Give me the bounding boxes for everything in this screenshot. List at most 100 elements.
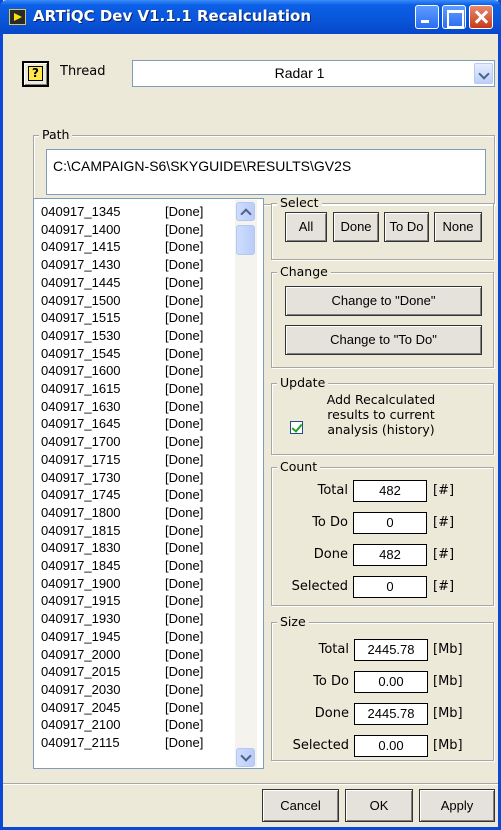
list-item-id: 040917_1515 xyxy=(41,310,121,326)
select-none-button[interactable]: None xyxy=(434,212,482,242)
count-3-value: 0 xyxy=(353,576,427,598)
list-item-status: [Done] xyxy=(165,327,204,343)
list-item-status: [Done] xyxy=(165,735,204,750)
list-item-id: 040917_1600 xyxy=(41,363,121,379)
path-field[interactable]: C:\CAMPAIGN-S6\SKYGUIDE\RESULTS\GV2S xyxy=(46,149,486,195)
list-item-status: [Done] xyxy=(165,363,204,379)
size-2-value: 2445.78 xyxy=(354,703,428,725)
list-item-id: 040917_2030 xyxy=(41,681,121,697)
list-item-status: [Done] xyxy=(165,239,204,255)
minimize-button[interactable] xyxy=(415,5,439,29)
count-3-label: Selected xyxy=(291,579,348,594)
size-1-value: 0.00 xyxy=(354,671,428,693)
list-item-status: [Done] xyxy=(165,699,204,715)
count-3-unit: [#] xyxy=(433,579,455,594)
size-3-value: 0.00 xyxy=(354,735,428,757)
list-item-status: [Done] xyxy=(165,522,204,538)
list-item-status: [Done] xyxy=(165,381,204,396)
list-item-id: 040917_2115 xyxy=(41,735,120,750)
count-1-label: To Do xyxy=(312,515,348,530)
update-group-label: Update xyxy=(277,375,329,390)
thread-select[interactable]: Radar 1 xyxy=(132,60,495,87)
size-0-unit: [Mb] xyxy=(433,642,463,657)
list-item-id: 040917_1615 xyxy=(41,381,121,396)
list-item-status: [Done] xyxy=(165,310,204,326)
select-todo-button[interactable]: To Do xyxy=(384,212,429,242)
select-done-button[interactable]: Done xyxy=(333,212,379,242)
size-0-value: 2445.78 xyxy=(354,639,428,661)
thread-select-value: Radar 1 xyxy=(274,65,325,81)
list-item-id: 040917_1930 xyxy=(41,611,121,627)
list-item-id: 040917_1645 xyxy=(41,416,121,432)
help-button[interactable]: ? xyxy=(22,61,49,87)
list-item-status: [Done] xyxy=(165,434,204,450)
size-1-label: To Do xyxy=(313,674,349,689)
list-item-status: [Done] xyxy=(165,664,204,680)
change-group-label: Change xyxy=(277,264,331,279)
footer-divider xyxy=(3,783,498,784)
cancel-button[interactable]: Cancel xyxy=(262,789,339,822)
chevron-down-icon[interactable] xyxy=(474,63,493,84)
list-item-status: [Done] xyxy=(165,558,204,573)
list-scrollbar[interactable] xyxy=(235,200,257,767)
path-group-label: Path xyxy=(39,127,73,142)
list-item-status: [Done] xyxy=(165,646,204,662)
list-item-id: 040917_1830 xyxy=(41,540,121,556)
scroll-up-icon[interactable] xyxy=(236,202,255,221)
list-item-id: 040917_1530 xyxy=(41,327,121,343)
maximize-button[interactable] xyxy=(442,5,466,29)
list-item-status: [Done] xyxy=(165,628,204,644)
list-item-id: 040917_1630 xyxy=(41,398,121,414)
list-item-id: 040917_1500 xyxy=(41,292,121,308)
list-item-status: [Done] xyxy=(165,717,204,733)
list-item-id: 040917_1430 xyxy=(41,257,121,273)
list-item-id: 040917_1945 xyxy=(41,628,121,644)
list-item-status: [Done] xyxy=(165,575,204,591)
count-0-value: 482 xyxy=(353,480,427,502)
list-item-id: 040917_1345 xyxy=(41,204,121,219)
select-group-label: Select xyxy=(277,195,322,210)
select-all-button[interactable]: All xyxy=(285,212,327,242)
apply-button[interactable]: Apply xyxy=(419,789,495,822)
count-2-unit: [#] xyxy=(433,547,455,562)
list-item-status: [Done] xyxy=(165,611,204,627)
app-icon xyxy=(9,9,26,25)
recording-list[interactable]: 040917_1345 [Done] 040917_1400 [Done] 040917… xyxy=(33,198,264,769)
size-group-label: Size xyxy=(277,614,309,629)
change-to-done-button[interactable]: Change to "Done" xyxy=(285,286,482,316)
title-bar[interactable]: ARTiQC Dev V1.1.1 Recalculation xyxy=(0,0,501,34)
thread-label: Thread xyxy=(60,64,106,79)
list-item-status: [Done] xyxy=(165,504,204,520)
list-item-id: 040917_2015 xyxy=(41,664,121,680)
list-item-id: 040917_1800 xyxy=(41,504,121,520)
list-item-id: 040917_1845 xyxy=(41,558,121,573)
size-1-unit: [Mb] xyxy=(433,674,463,689)
change-to-todo-button[interactable]: Change to "To Do" xyxy=(285,325,482,355)
ok-button[interactable]: OK xyxy=(345,789,413,822)
list-item-id: 040917_2100 xyxy=(41,717,121,733)
list-item-status: [Done] xyxy=(165,540,204,556)
list-item-id: 040917_1900 xyxy=(41,575,121,591)
list-item-status: [Done] xyxy=(165,469,204,485)
list-item-id: 040917_1400 xyxy=(41,221,121,237)
list-item-id: 040917_1700 xyxy=(41,434,121,450)
list-item-status: [Done] xyxy=(165,398,204,414)
scroll-thumb[interactable] xyxy=(236,225,255,255)
list-item-id: 040917_1915 xyxy=(41,593,121,609)
close-button[interactable] xyxy=(469,5,493,29)
size-3-label: Selected xyxy=(292,738,349,753)
scroll-down-icon[interactable] xyxy=(236,748,255,767)
add-results-label: Add Recalculated results to current anal… xyxy=(326,392,436,437)
size-3-unit: [Mb] xyxy=(433,738,463,753)
list-item-status: [Done] xyxy=(165,416,204,432)
question-icon: ? xyxy=(28,66,43,81)
list-item-id: 040917_2000 xyxy=(41,646,121,662)
list-item-status: [Done] xyxy=(165,487,204,503)
size-0-label: Total xyxy=(318,642,349,657)
list-item-status: [Done] xyxy=(165,292,204,308)
list-item-status: [Done] xyxy=(165,257,204,273)
add-results-checkbox[interactable] xyxy=(290,421,303,434)
list-item-id: 040917_1545 xyxy=(41,345,121,361)
list-item-id: 040917_1745 xyxy=(41,487,121,503)
count-0-label: Total xyxy=(317,483,348,498)
